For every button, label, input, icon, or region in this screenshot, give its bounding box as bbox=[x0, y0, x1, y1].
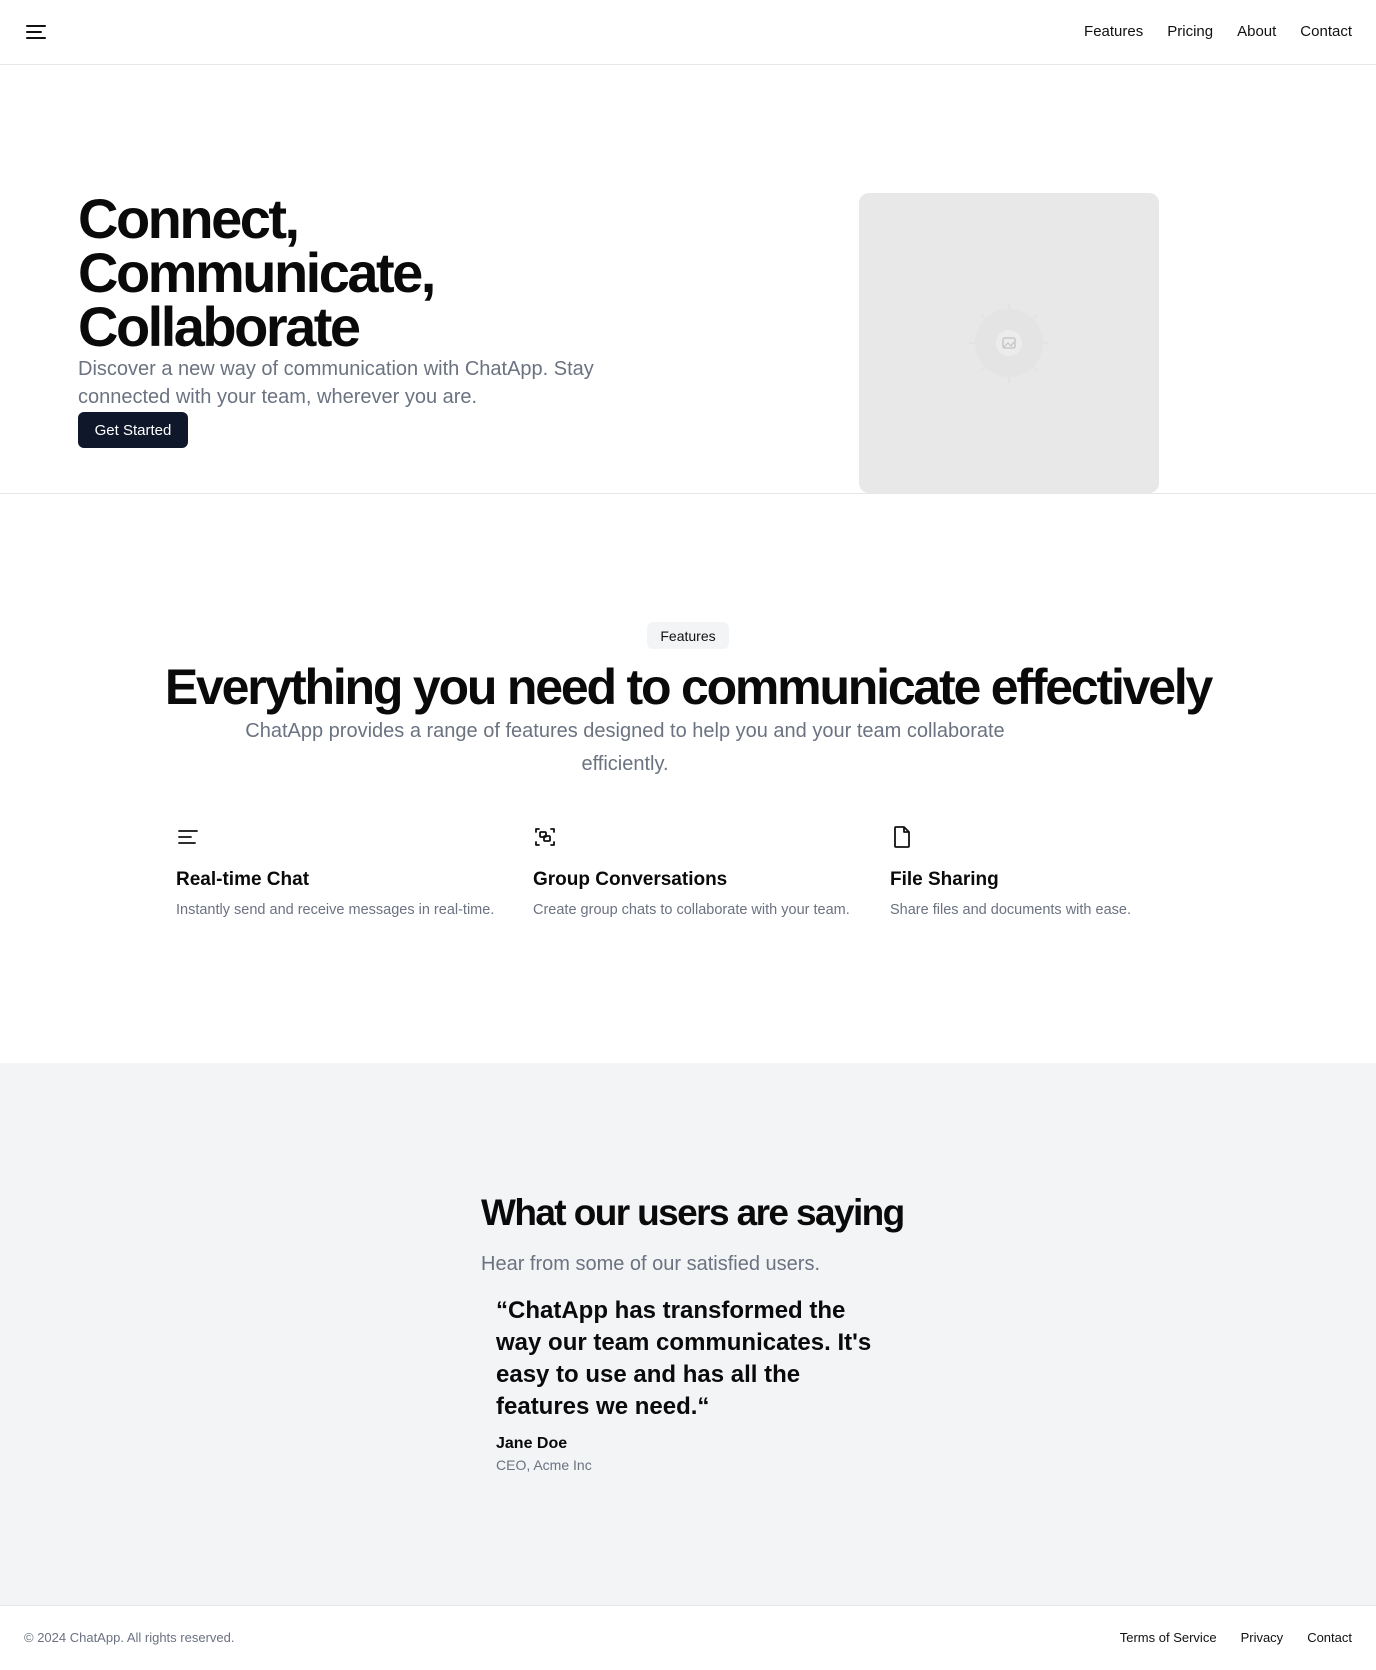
testimonial-author: Jane Doe bbox=[496, 1435, 568, 1452]
feature-description: Create group chats to collaborate with y… bbox=[533, 902, 850, 918]
footer-links: Terms of Service Privacy Contact bbox=[1120, 1630, 1352, 1646]
hero-title-line: Communicate, bbox=[78, 241, 436, 304]
features-subtitle: ChatApp provides a range of features des… bbox=[245, 720, 1005, 775]
get-started-button[interactable]: Get Started bbox=[78, 412, 188, 448]
hero-title-line: Collaborate bbox=[78, 295, 361, 358]
hero-section: Connect, Communicate, Collaborate Discov… bbox=[0, 65, 1376, 494]
nav-pricing[interactable]: Pricing bbox=[1167, 22, 1213, 42]
hero-image-placeholder bbox=[859, 193, 1159, 493]
hero-title-line: Connect, bbox=[78, 187, 300, 250]
features-badge: Features bbox=[647, 622, 729, 649]
footer-link-contact[interactable]: Contact bbox=[1307, 1630, 1352, 1646]
feature-card: Real-time Chat Instantly send and receiv… bbox=[176, 825, 496, 920]
nav-contact[interactable]: Contact bbox=[1300, 22, 1352, 42]
footer-link-terms[interactable]: Terms of Service bbox=[1120, 1630, 1217, 1646]
testimonials-title: What our users are saying bbox=[481, 1192, 905, 1233]
testimonials-subtitle: Hear from some of our satisfied users. bbox=[481, 1253, 821, 1275]
features-title: Everything you need to communicate effec… bbox=[164, 659, 1214, 715]
feature-card: File Sharing Share files and documents w… bbox=[890, 825, 1210, 920]
top-nav: Features Pricing About Contact bbox=[1084, 22, 1352, 42]
feature-title: Real-time Chat bbox=[176, 869, 310, 890]
feature-card: Group Conversations Create group chats t… bbox=[533, 825, 853, 920]
text-lines-icon bbox=[178, 830, 198, 844]
copyright-text: © 2024 ChatApp. All rights reserved. bbox=[24, 1630, 235, 1645]
file-icon bbox=[894, 826, 910, 848]
image-placeholder-icon bbox=[969, 303, 1049, 383]
site-footer: © 2024 ChatApp. All rights reserved. Ter… bbox=[0, 1605, 1376, 1670]
testimonial-role: CEO, Acme Inc bbox=[496, 1457, 592, 1473]
feature-title: File Sharing bbox=[890, 869, 999, 890]
hero-subtitle: Discover a new way of communication with… bbox=[78, 358, 594, 408]
feature-title: Group Conversations bbox=[533, 869, 728, 890]
feature-description: Instantly send and receive messages in r… bbox=[176, 902, 495, 918]
site-header: Features Pricing About Contact bbox=[0, 0, 1376, 65]
features-section: Features Everything you need to communic… bbox=[0, 494, 1376, 1063]
testimonials-section: What our users are saying Hear from some… bbox=[0, 1063, 1376, 1605]
nav-about[interactable]: About bbox=[1237, 22, 1276, 42]
footer-link-privacy[interactable]: Privacy bbox=[1241, 1630, 1284, 1646]
hero-title: Connect, Communicate, Collaborate bbox=[78, 187, 718, 358]
testimonial-quote: “ChatApp has transformed the way our tea… bbox=[496, 1297, 872, 1420]
group-icon bbox=[535, 828, 555, 846]
nav-features[interactable]: Features bbox=[1084, 22, 1143, 42]
menu-icon[interactable] bbox=[24, 22, 48, 42]
feature-description: Share files and documents with ease. bbox=[890, 902, 1131, 918]
